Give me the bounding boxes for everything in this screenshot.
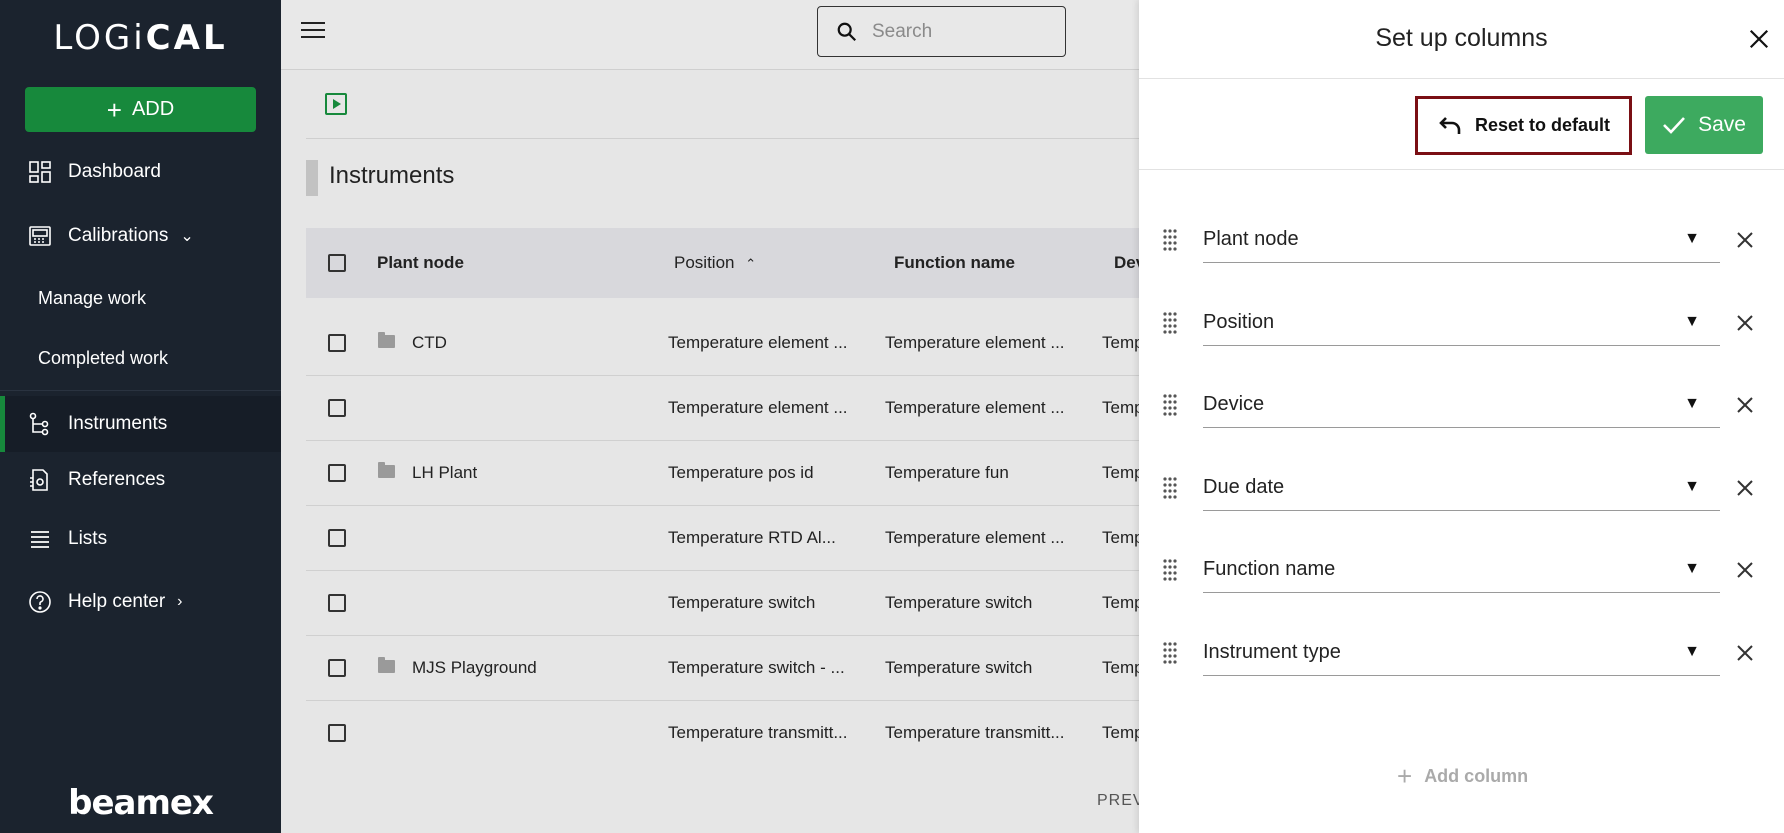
help-icon [29, 591, 51, 613]
undo-icon [1439, 116, 1461, 134]
remove-column-icon[interactable] [1735, 478, 1755, 498]
row-checkbox[interactable] [328, 334, 346, 352]
remove-column-icon[interactable] [1735, 230, 1755, 250]
column-select[interactable]: Device ▼ [1203, 383, 1720, 428]
chevron-right-icon: › [177, 593, 183, 610]
column-row-function-name: Function name ▼ [1139, 548, 1784, 608]
row-checkbox[interactable] [328, 464, 346, 482]
chevron-down-icon: ⌄ [180, 228, 194, 245]
row-checkbox[interactable] [328, 399, 346, 417]
calibrator-icon [29, 226, 51, 246]
sidebar-item-calibrations[interactable]: Calibrations ⌄ [0, 211, 281, 261]
column-row-instrument-type: Instrument type ▼ [1139, 631, 1784, 691]
column-row-due-date: Due date ▼ [1139, 466, 1784, 526]
close-icon[interactable] [1748, 28, 1770, 50]
row-checkbox[interactable] [328, 529, 346, 547]
column-row-position: Position ▼ [1139, 301, 1784, 361]
folder-icon [378, 332, 395, 348]
logical-logo[interactable]: LOGiCAL [0, 18, 281, 58]
toolbar-divider [306, 138, 1139, 139]
column-select[interactable]: Position ▼ [1203, 301, 1720, 346]
drag-handle-icon[interactable] [1162, 393, 1178, 417]
reset-to-default-button[interactable]: Reset to default [1415, 96, 1632, 155]
caret-down-icon: ▼ [1684, 478, 1700, 495]
remove-column-icon[interactable] [1735, 560, 1755, 580]
beamex-logo: beamex [68, 783, 214, 823]
column-select[interactable]: Function name ▼ [1203, 548, 1720, 593]
plus-icon: + [106, 94, 122, 125]
save-button[interactable]: Save [1645, 96, 1763, 154]
folder-icon [378, 657, 395, 673]
remove-column-icon[interactable] [1735, 395, 1755, 415]
caret-down-icon: ▼ [1684, 395, 1700, 412]
caret-down-icon: ▼ [1684, 230, 1700, 247]
title-accent [306, 160, 318, 196]
column-select[interactable]: Due date ▼ [1203, 466, 1720, 511]
table-row[interactable]: Temperature element ... Temperature elem… [306, 376, 1139, 441]
sidebar: LOGiCAL + ADD Dashboard Calibrations ⌄ M… [0, 0, 281, 833]
search-input[interactable] [872, 20, 1022, 43]
header-plant-node[interactable]: Plant node [377, 253, 464, 273]
panel-title: Set up columns [1375, 24, 1548, 52]
panel-divider [1139, 169, 1784, 170]
top-bar [281, 0, 1139, 70]
remove-column-icon[interactable] [1735, 643, 1755, 663]
sidebar-item-manage-work[interactable]: Manage work [0, 273, 281, 323]
table-row[interactable]: MJS Playground Temperature switch - ... … [306, 636, 1139, 701]
search-box[interactable] [817, 6, 1066, 57]
search-icon [837, 22, 857, 41]
header-function-name[interactable]: Function name [894, 253, 1015, 273]
sidebar-item-completed-work[interactable]: Completed work [0, 333, 281, 383]
folder-icon [378, 462, 395, 478]
sidebar-item-instruments[interactable]: Instruments [0, 396, 281, 452]
row-checkbox[interactable] [328, 594, 346, 612]
row-checkbox[interactable] [328, 724, 346, 742]
column-select[interactable]: Instrument type ▼ [1203, 631, 1720, 676]
drag-handle-icon[interactable] [1162, 228, 1178, 252]
column-select[interactable]: Plant node ▼ [1203, 218, 1720, 263]
sidebar-divider [0, 390, 281, 391]
drag-handle-icon[interactable] [1162, 558, 1178, 582]
check-icon [1663, 117, 1686, 134]
header-position[interactable]: Position ⌃ [674, 253, 756, 273]
pagination-prev[interactable]: PREV [1097, 792, 1145, 810]
dashboard-icon [29, 161, 51, 183]
row-checkbox[interactable] [328, 659, 346, 677]
table-row[interactable]: CTD Temperature element ... Temperature … [306, 311, 1139, 376]
column-row-device: Device ▼ [1139, 383, 1784, 443]
caret-down-icon: ▼ [1684, 560, 1700, 577]
table-header: Plant node Position ⌃ Function name Dev [306, 228, 1145, 298]
sidebar-item-lists[interactable]: Lists [0, 514, 281, 564]
table-row[interactable]: Temperature transmitt... Temperature tra… [306, 701, 1139, 766]
drag-handle-icon[interactable] [1162, 641, 1178, 665]
table-row[interactable]: Temperature switch Temperature switch Te… [306, 571, 1139, 636]
add-column-button[interactable]: + Add column [1397, 763, 1528, 789]
sort-ascending-icon: ⌃ [745, 256, 757, 271]
select-all-checkbox[interactable] [328, 254, 346, 272]
caret-down-icon: ▼ [1684, 313, 1700, 330]
panel-divider [1139, 78, 1784, 79]
remove-column-icon[interactable] [1735, 313, 1755, 333]
list-icon [31, 531, 49, 548]
table-row[interactable]: Temperature RTD Al... Temperature elemen… [306, 506, 1139, 571]
setup-columns-panel: Set up columns Reset to default Save Pla… [1139, 0, 1784, 833]
column-row-plant-node: Plant node ▼ [1139, 218, 1784, 278]
drag-handle-icon[interactable] [1162, 476, 1178, 500]
sidebar-item-references[interactable]: References [0, 455, 281, 505]
sidebar-item-help-center[interactable]: Help center › [0, 577, 281, 627]
add-button[interactable]: + ADD [25, 87, 256, 132]
instrument-tree-icon [29, 412, 49, 436]
caret-down-icon: ▼ [1684, 643, 1700, 660]
page-title: Instruments [329, 162, 455, 189]
expand-filter-icon[interactable] [325, 93, 347, 115]
menu-icon[interactable] [301, 22, 325, 40]
plus-icon: + [1397, 761, 1413, 791]
sidebar-item-dashboard[interactable]: Dashboard [0, 147, 281, 197]
table-row[interactable]: LH Plant Temperature pos id Temperature … [306, 441, 1139, 506]
drag-handle-icon[interactable] [1162, 311, 1178, 335]
reference-device-icon [30, 469, 48, 491]
